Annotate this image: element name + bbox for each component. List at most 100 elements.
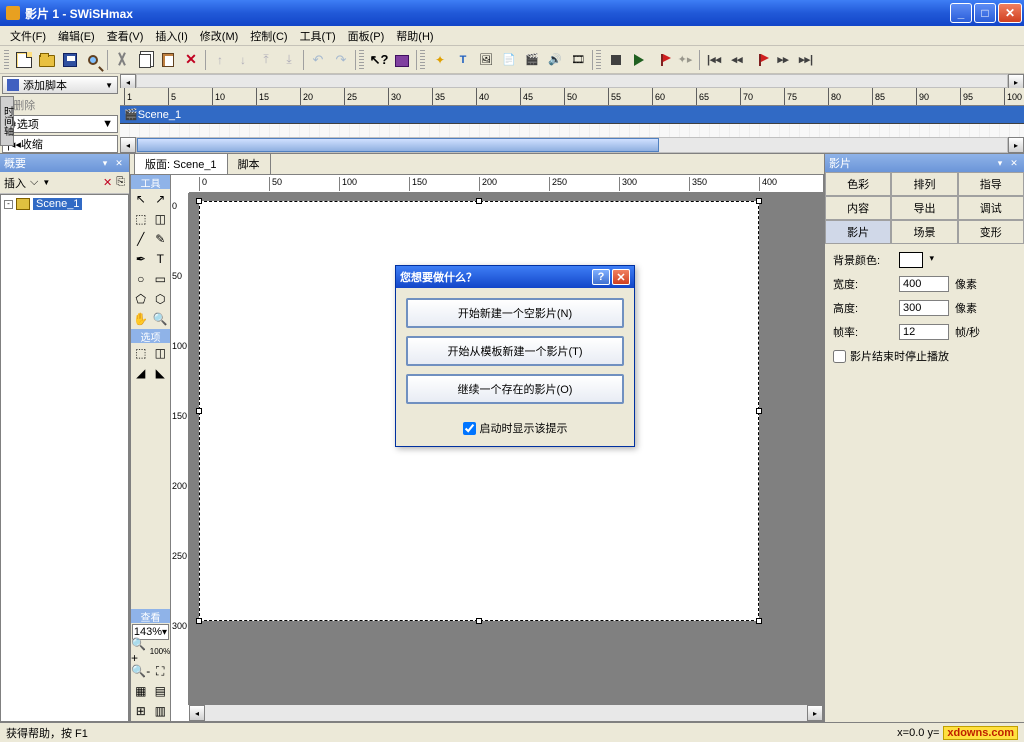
whats-this-button[interactable]: ↖? [368,49,390,71]
scroll-right-button[interactable]: ▸ [807,705,823,721]
transform-tool[interactable]: ⬚ [131,209,151,229]
insert-content-button[interactable]: 📄 [498,49,520,71]
timeline-bottom-scroll[interactable]: ◂ ▸ [120,137,1024,153]
handle-tr[interactable] [756,198,762,204]
line-tool[interactable]: ╱ [131,229,151,249]
menu-tools[interactable]: 工具(T) [294,26,342,46]
move-up-button[interactable]: ↑ [209,49,231,71]
handle-mr[interactable] [756,408,762,414]
menu-edit[interactable]: 编辑(E) [52,26,101,46]
panel-menu-button[interactable]: ▾ [99,157,111,169]
pencil-tool[interactable]: ✎ [151,229,171,249]
outline-tree[interactable]: - Scene_1 [0,194,129,722]
panel-menu-button[interactable]: ▾ [994,157,1006,169]
scroll-thumb[interactable] [137,138,659,152]
undo-button[interactable]: ↶ [307,49,329,71]
expand-icon[interactable]: - [4,200,13,209]
delete-script-row[interactable]: ✕ 删除 [0,96,120,114]
step-fwd-button[interactable]: ▸▸ [772,49,794,71]
toolbar-grip-4[interactable] [596,50,601,70]
panel-close-button[interactable]: ✕ [113,157,125,169]
ruler-toggle[interactable]: ▥ [151,701,171,721]
grid2-toggle[interactable]: ▤ [151,681,171,701]
bgcolor-picker[interactable] [899,252,923,268]
scroll-track[interactable] [136,74,1008,88]
opt-align[interactable]: ◫ [151,343,171,363]
step-back-button[interactable]: ◂◂ [726,49,748,71]
redo-button[interactable]: ↷ [330,49,352,71]
outline-dup-button[interactable]: ⎘ [116,176,125,189]
new-empty-movie-button[interactable]: 开始新建一个空影片(N) [406,298,624,328]
outline-delete-button[interactable]: ✕ [103,176,112,189]
goto-start-button[interactable]: |◂◂ [703,49,725,71]
zoom-in-tool[interactable]: 🔍+ [131,641,150,661]
menu-control[interactable]: 控制(C) [244,26,293,46]
opt-shape[interactable]: ◢ [131,363,151,383]
scroll-left-button[interactable]: ◂ [120,137,136,153]
scroll-right-button[interactable]: ▸ [1008,137,1024,153]
hand-tool[interactable]: ✋ [131,309,151,329]
scroll-left-button[interactable]: ◂ [189,705,205,721]
open-button[interactable] [36,49,58,71]
tab-scene[interactable]: 场景 [891,220,957,244]
timeline-body[interactable] [120,124,1024,137]
timeline-options-button[interactable]: ⚙ 选项 ▼ [2,115,118,133]
handle-tc[interactable] [476,198,482,204]
play-effect-button[interactable]: ✦▸ [674,49,696,71]
width-input[interactable] [899,276,949,292]
insert-sound-button[interactable]: 🔊 [544,49,566,71]
tab-align[interactable]: 排列 [891,172,957,196]
insert-image-button[interactable]: 🖼 [475,49,497,71]
menu-file[interactable]: 文件(F) [4,26,52,46]
tab-guides[interactable]: 指导 [958,172,1024,196]
timeline-top-scroll[interactable]: ◂ ▸ [120,74,1024,88]
snap-toggle[interactable]: ⊞ [131,701,151,721]
help-book-button[interactable] [391,49,413,71]
side-tab-timeline[interactable]: 时间轴 [0,96,14,146]
tab-layout[interactable]: 版面: Scene_1 [134,153,228,174]
zoom-tool[interactable]: 🔍 [151,309,171,329]
goto-end-button[interactable]: ▸▸| [795,49,817,71]
save-button[interactable] [59,49,81,71]
play-flag-button[interactable] [651,49,673,71]
delete-button[interactable]: ✕ [180,49,202,71]
pen-tool[interactable]: ✒ [131,249,151,269]
autoshape-tool[interactable]: ⬠ [131,289,151,309]
move-top-button[interactable]: ⤒ [255,49,277,71]
tab-debug[interactable]: 调试 [958,196,1024,220]
opt-snap[interactable]: ⬚ [131,343,151,363]
rect-tool[interactable]: ▭ [151,269,171,289]
maximize-button[interactable]: □ [974,3,996,23]
select-tool[interactable]: ↖ [131,189,151,209]
new-button[interactable] [13,49,35,71]
find-button[interactable] [82,49,104,71]
handle-ml[interactable] [196,408,202,414]
fill-transform-tool[interactable]: ◫ [151,209,171,229]
minimize-button[interactable]: _ [950,3,972,23]
height-input[interactable] [899,300,949,316]
timeline-scene-row[interactable]: 🎬 Scene_1 [120,106,1024,124]
toolbar-grip-2[interactable] [359,50,364,70]
play-marker-button[interactable] [749,49,771,71]
horizontal-ruler[interactable]: 050100150200250300350400 [189,175,823,193]
handle-bc[interactable] [476,618,482,624]
stage-hscroll[interactable]: ◂ ▸ [189,705,823,721]
insert-scene-button[interactable]: 🎞 [567,49,589,71]
move-down-button[interactable]: ↓ [232,49,254,71]
show-at-startup-checkbox[interactable] [463,422,476,435]
tree-item-scene[interactable]: - Scene_1 [3,197,126,211]
timeline-ruler[interactable]: 1510152025303540455055606570758085909510… [120,88,1024,106]
tab-content[interactable]: 内容 [825,196,891,220]
vertical-ruler[interactable]: 050100150200250300 [171,193,189,705]
handle-br[interactable] [756,618,762,624]
zoom-100-tool[interactable]: 100% [150,641,170,661]
stop-button[interactable] [605,49,627,71]
insert-effect-button[interactable]: ✦ [429,49,451,71]
fps-input[interactable] [899,324,949,340]
tab-export[interactable]: 导出 [891,196,957,220]
open-existing-button[interactable]: 继续一个存在的影片(O) [406,374,624,404]
timeline-shrink-button[interactable]: |◂◂ 收缩 [2,135,118,153]
toolbar-grip-3[interactable] [420,50,425,70]
insert-text-button[interactable]: T [452,49,474,71]
stop-at-end-checkbox[interactable] [833,350,846,363]
